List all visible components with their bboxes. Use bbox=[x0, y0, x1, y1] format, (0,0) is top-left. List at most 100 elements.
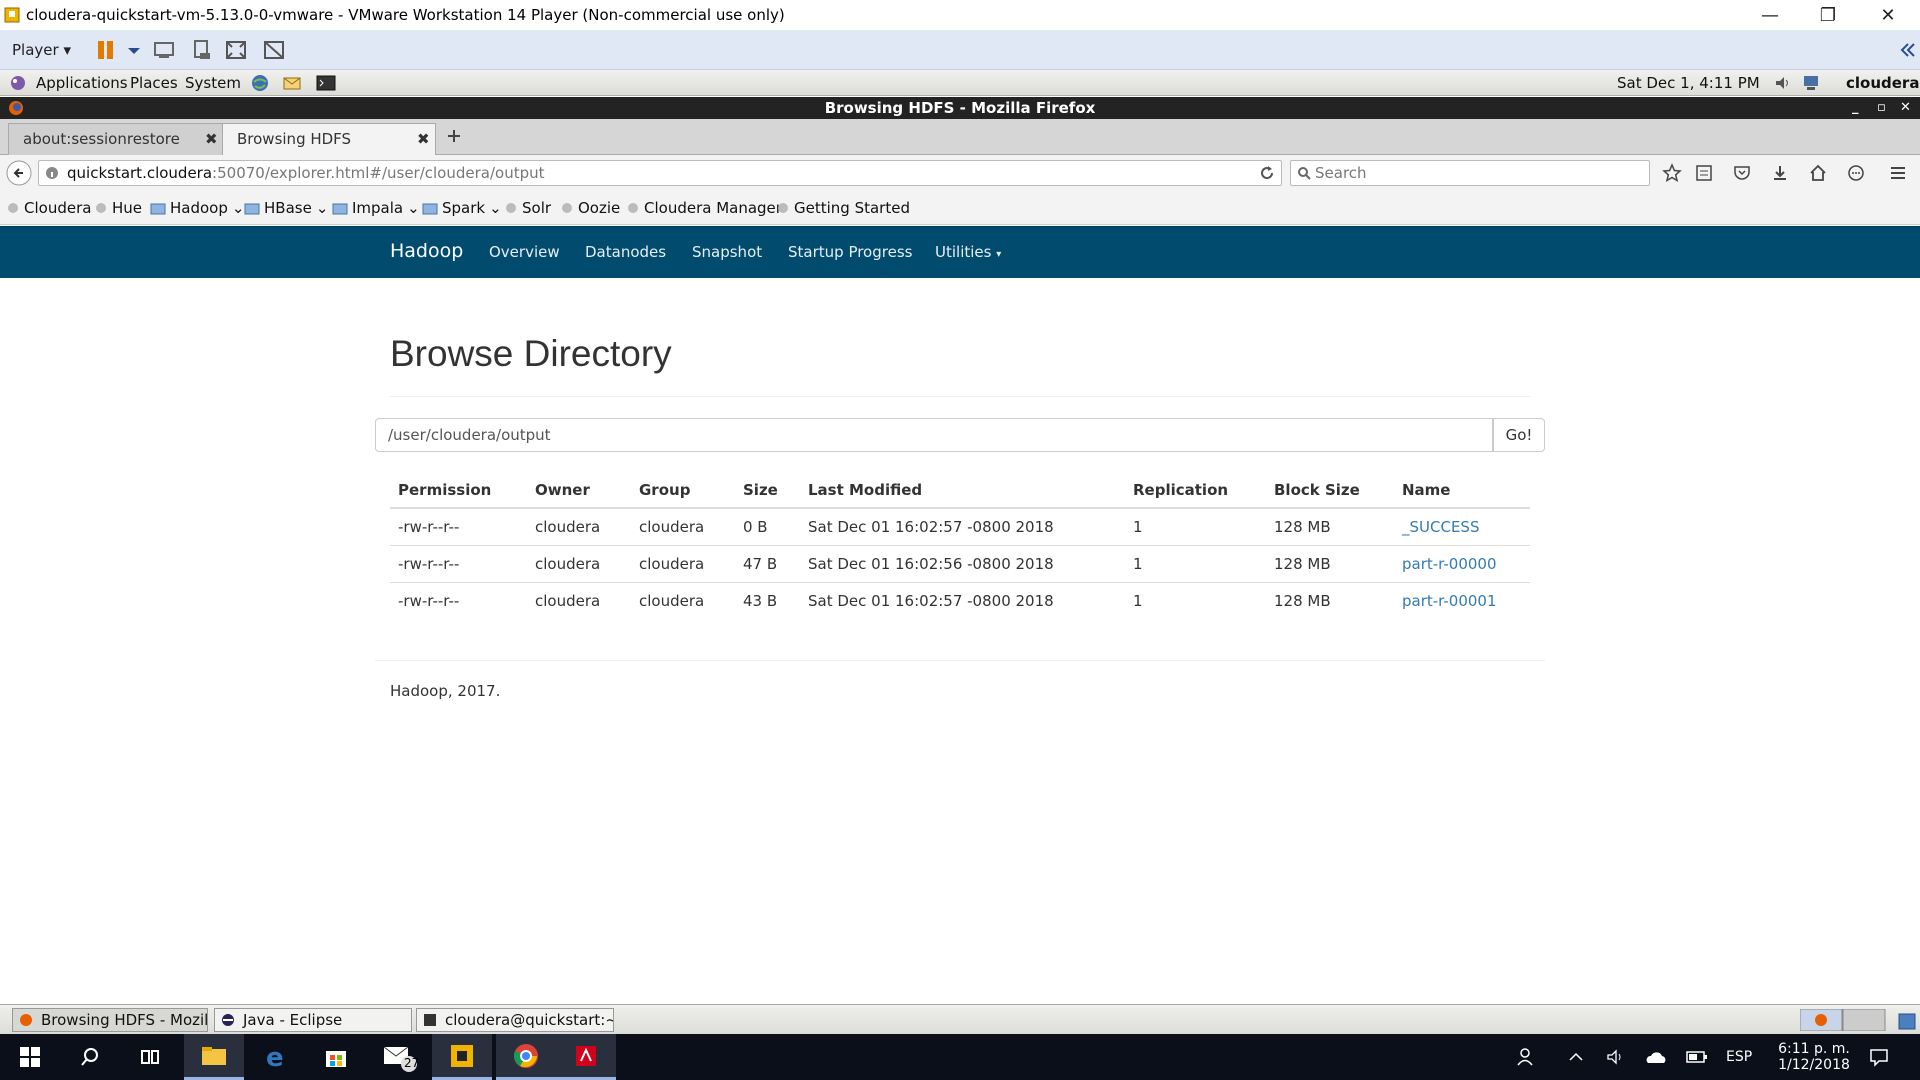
close-icon[interactable]: ✕ bbox=[1860, 0, 1916, 30]
windows-start-icon[interactable] bbox=[0, 1034, 60, 1080]
system-menu[interactable]: System bbox=[185, 74, 241, 92]
chevron-up-icon[interactable] bbox=[1568, 1034, 1584, 1080]
notifications-icon[interactable] bbox=[1868, 1034, 1890, 1080]
close-tab-icon[interactable]: ✖ bbox=[417, 130, 430, 148]
cell-owner: cloudera bbox=[527, 507, 631, 545]
store-icon[interactable] bbox=[306, 1034, 366, 1080]
vmware-taskbar-icon[interactable] bbox=[432, 1034, 492, 1080]
workspace-switcher[interactable] bbox=[1800, 1009, 1886, 1031]
mail-icon[interactable] bbox=[282, 73, 302, 93]
column-header[interactable]: Size bbox=[735, 472, 800, 509]
pocket-icon[interactable] bbox=[1732, 163, 1752, 183]
bookmark-cloudera-manager[interactable]: Cloudera Manager bbox=[626, 199, 782, 217]
column-header[interactable]: Last Modified bbox=[800, 472, 1125, 509]
windows-clock[interactable]: 6:11 p. m. 1/12/2018 bbox=[1776, 1034, 1852, 1080]
onedrive-icon[interactable] bbox=[1644, 1034, 1668, 1080]
chrome-icon[interactable] bbox=[496, 1034, 556, 1080]
column-header[interactable]: Owner bbox=[527, 472, 631, 509]
home-icon[interactable] bbox=[1808, 163, 1828, 183]
user-name[interactable]: cloudera bbox=[1846, 74, 1919, 92]
column-header[interactable]: Replication bbox=[1125, 472, 1266, 509]
file-link[interactable]: part-r-00000 bbox=[1402, 555, 1497, 573]
cell-permission: -rw-r--r-- bbox=[390, 544, 527, 582]
bookmark-folder-impala[interactable]: Impala ⌄ bbox=[332, 199, 420, 217]
volume-icon[interactable] bbox=[1606, 1034, 1626, 1080]
downloads-icon[interactable] bbox=[1770, 163, 1790, 183]
file-link[interactable]: _SUCCESS bbox=[1402, 518, 1479, 536]
terminal-icon[interactable] bbox=[316, 73, 336, 93]
removable-devices-icon[interactable] bbox=[190, 38, 214, 62]
player-menu-button[interactable]: Player ▾ bbox=[12, 41, 71, 59]
unity-icon[interactable] bbox=[262, 38, 286, 62]
bookmark-star-icon[interactable] bbox=[1662, 163, 1682, 183]
tab-browsing-hdfs[interactable]: Browsing HDFS ✖ bbox=[222, 123, 436, 155]
bookmark-oozie[interactable]: Oozie bbox=[560, 199, 620, 217]
task-eclipse[interactable]: Java - Eclipse bbox=[214, 1008, 412, 1032]
collapse-left-icon[interactable] bbox=[1896, 38, 1920, 62]
nav-datanodes[interactable]: Datanodes bbox=[585, 243, 666, 261]
column-header[interactable]: Name bbox=[1394, 472, 1530, 509]
mail-icon[interactable]: 27 bbox=[370, 1034, 430, 1080]
task-view-icon[interactable] bbox=[120, 1034, 180, 1080]
trash-icon[interactable] bbox=[1896, 1009, 1918, 1031]
bookmark-folder-spark[interactable]: Spark ⌄ bbox=[422, 199, 502, 217]
nav-overview[interactable]: Overview bbox=[489, 243, 560, 261]
fullscreen-icon[interactable] bbox=[224, 38, 248, 62]
nav-startup-progress[interactable]: Startup Progress bbox=[788, 243, 912, 261]
column-header[interactable]: Permission bbox=[390, 472, 527, 509]
menu-icon[interactable] bbox=[1888, 163, 1908, 183]
places-menu[interactable]: Places bbox=[130, 74, 178, 92]
bookmark-hue[interactable]: Hue bbox=[94, 199, 142, 217]
table-header-row: Permission Owner Group Size Last Modifie… bbox=[390, 472, 1530, 509]
applications-menu[interactable]: Applications bbox=[36, 74, 128, 92]
go-button[interactable]: Go! bbox=[1493, 418, 1545, 452]
pause-icon[interactable] bbox=[94, 38, 118, 62]
vmware-window-title: cloudera-quickstart-vm-5.13.0-0-vmware -… bbox=[26, 6, 785, 24]
site-info-icon[interactable] bbox=[45, 166, 59, 180]
bookmark-folder-hadoop[interactable]: Hadoop ⌄ bbox=[150, 199, 244, 217]
directory-input[interactable]: /user/cloudera/output bbox=[375, 418, 1493, 452]
globe-icon[interactable] bbox=[250, 73, 270, 93]
ff-minimize-icon[interactable]: _ bbox=[1852, 97, 1859, 119]
cell-replication: 1 bbox=[1125, 544, 1266, 582]
bookmark-solr[interactable]: Solr bbox=[504, 199, 551, 217]
ff-maximize-icon[interactable]: ▫ bbox=[1877, 97, 1886, 119]
battery-icon[interactable] bbox=[1686, 1034, 1708, 1080]
clock[interactable]: Sat Dec 1, 4:11 PM bbox=[1617, 74, 1760, 92]
close-tab-icon[interactable]: ✖ bbox=[205, 130, 218, 148]
ff-close-icon[interactable]: ✕ bbox=[1900, 97, 1911, 119]
chat-icon[interactable] bbox=[1846, 163, 1866, 183]
bookmark-cloudera[interactable]: Cloudera bbox=[6, 199, 91, 217]
column-header[interactable]: Block Size bbox=[1266, 472, 1394, 509]
people-icon[interactable] bbox=[1516, 1034, 1538, 1080]
column-header[interactable]: Group bbox=[631, 472, 735, 509]
new-tab-icon[interactable] bbox=[446, 128, 462, 144]
nav-snapshot[interactable]: Snapshot bbox=[692, 243, 762, 261]
send-ctrl-alt-del-icon[interactable] bbox=[152, 38, 176, 62]
cell-size: 47 B bbox=[735, 544, 800, 582]
bookmark-folder-hbase[interactable]: HBase ⌄ bbox=[244, 199, 328, 217]
restore-icon[interactable]: ❐ bbox=[1800, 0, 1856, 30]
url-bar[interactable]: quickstart.cloudera:50070/explorer.html#… bbox=[38, 160, 1282, 186]
bookmark-getting-started[interactable]: Getting Started bbox=[776, 199, 910, 217]
search-input[interactable]: Search bbox=[1290, 160, 1650, 186]
chevron-down-icon[interactable] bbox=[122, 38, 146, 62]
reload-icon[interactable] bbox=[1259, 165, 1275, 181]
task-terminal[interactable]: cloudera@quickstart:~ bbox=[416, 1008, 614, 1032]
cell-owner: cloudera bbox=[527, 581, 631, 619]
file-link[interactable]: part-r-00001 bbox=[1402, 592, 1497, 610]
edge-icon[interactable]: e bbox=[246, 1034, 306, 1080]
acrobat-icon[interactable] bbox=[556, 1034, 616, 1080]
task-firefox[interactable]: Browsing HDFS - Mozil... bbox=[12, 1008, 208, 1032]
network-icon[interactable] bbox=[1802, 73, 1822, 93]
nav-utilities[interactable]: Utilities ▾ bbox=[935, 243, 1001, 261]
volume-icon[interactable] bbox=[1773, 73, 1793, 93]
file-explorer-icon[interactable] bbox=[184, 1034, 244, 1080]
hadoop-brand[interactable]: Hadoop bbox=[390, 240, 463, 262]
language-indicator[interactable]: ESP bbox=[1726, 1034, 1752, 1080]
minimize-icon[interactable]: — bbox=[1742, 0, 1798, 30]
search-icon[interactable] bbox=[60, 1034, 120, 1080]
tab-sessionrestore[interactable]: about:sessionrestore ✖ bbox=[8, 123, 224, 155]
bookmarks-list-icon[interactable] bbox=[1694, 163, 1714, 183]
back-button[interactable] bbox=[6, 160, 32, 186]
